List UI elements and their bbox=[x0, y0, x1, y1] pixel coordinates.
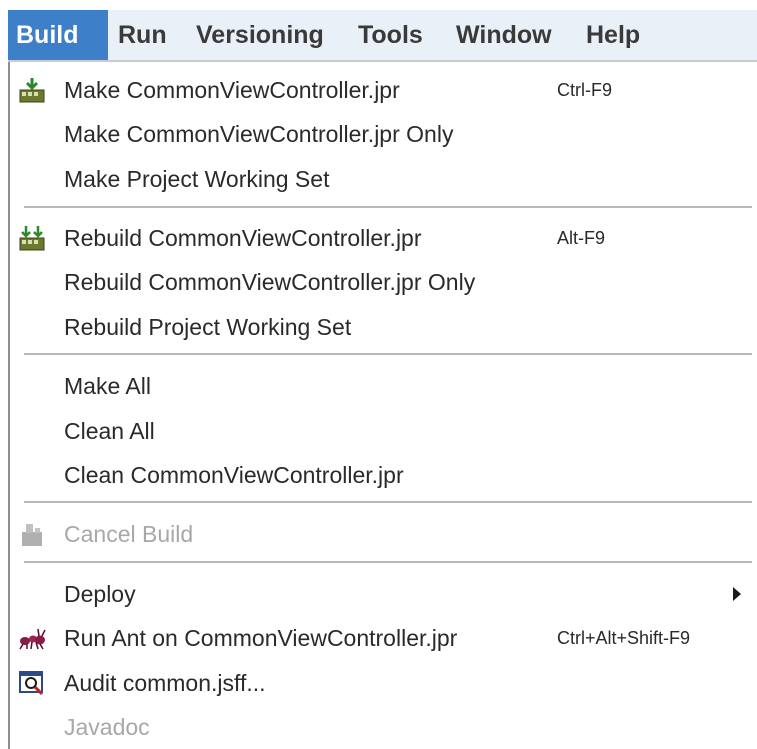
menu-item-rebuild-working-set[interactable]: Rebuild Project Working Set bbox=[10, 305, 753, 349]
menu-item-make-working-set[interactable]: Make Project Working Set bbox=[10, 157, 753, 201]
menu-item-label: Make CommonViewController.jpr bbox=[64, 77, 400, 103]
menu-item-label: Rebuild Project Working Set bbox=[64, 314, 352, 340]
menu-separator bbox=[24, 561, 752, 563]
menu-item-label: Make All bbox=[64, 373, 151, 399]
menu-item-label: Audit common.jsff... bbox=[64, 670, 266, 696]
make-icon bbox=[18, 76, 46, 104]
menu-item-make-all[interactable]: Make All bbox=[10, 364, 753, 408]
menu-item-make-project-only[interactable]: Make CommonViewController.jpr Only bbox=[10, 112, 753, 156]
cancel-build-icon bbox=[18, 520, 46, 548]
audit-icon bbox=[18, 669, 46, 697]
menu-bar: Build Run Versioning Tools Window Help bbox=[8, 10, 757, 62]
menu-item-rebuild-project-only[interactable]: Rebuild CommonViewController.jpr Only bbox=[10, 260, 753, 304]
menu-item-make-project[interactable]: Make CommonViewController.jpr Ctrl-F9 bbox=[10, 68, 753, 112]
submenu-arrow-icon bbox=[733, 587, 741, 601]
shortcut-label: Ctrl-F9 bbox=[557, 80, 612, 100]
menu-item-label: Deploy bbox=[64, 581, 136, 607]
menu-item-rebuild-project[interactable]: Rebuild CommonViewController.jpr Alt-F9 bbox=[10, 216, 753, 260]
menu-separator bbox=[24, 206, 752, 208]
menu-separator bbox=[24, 353, 752, 355]
menu-item-label: Run Ant on CommonViewController.jpr bbox=[64, 625, 458, 651]
menu-item-clean-all[interactable]: Clean All bbox=[10, 409, 753, 453]
menu-item-label: Rebuild CommonViewController.jpr Only bbox=[64, 269, 476, 295]
shortcut-label: Ctrl+Alt+Shift-F9 bbox=[557, 628, 691, 648]
shortcut-label: Alt-F9 bbox=[557, 228, 606, 248]
menu-run[interactable]: Run bbox=[110, 10, 175, 60]
rebuild-icon bbox=[18, 224, 46, 252]
menu-tools[interactable]: Tools bbox=[350, 10, 431, 60]
menu-item-label: Clean CommonViewController.jpr bbox=[64, 462, 404, 488]
menu-help[interactable]: Help bbox=[578, 10, 648, 60]
menu-item-label: Make Project Working Set bbox=[64, 166, 330, 192]
menu-item-deploy[interactable]: Deploy bbox=[10, 572, 753, 616]
menu-item-audit[interactable]: Audit common.jsff... bbox=[10, 661, 753, 705]
menu-build[interactable]: Build bbox=[8, 10, 108, 60]
menu-item-label: Rebuild CommonViewController.jpr bbox=[64, 225, 422, 251]
menu-item-label: Clean All bbox=[64, 418, 155, 444]
ant-icon bbox=[18, 624, 46, 652]
menu-separator bbox=[24, 501, 752, 503]
menu-versioning[interactable]: Versioning bbox=[188, 10, 332, 60]
menu-item-javadoc: Javadoc bbox=[10, 705, 753, 749]
menu-item-clean-project[interactable]: Clean CommonViewController.jpr bbox=[10, 453, 753, 497]
menu-item-label: Cancel Build bbox=[64, 521, 194, 547]
menu-window[interactable]: Window bbox=[448, 10, 560, 60]
menu-item-label: Make CommonViewController.jpr Only bbox=[64, 121, 454, 147]
menu-item-cancel-build: Cancel Build bbox=[10, 512, 753, 556]
menu-item-run-ant[interactable]: Run Ant on CommonViewController.jpr Ctrl… bbox=[10, 616, 753, 660]
menu-item-label: Javadoc bbox=[64, 714, 150, 740]
